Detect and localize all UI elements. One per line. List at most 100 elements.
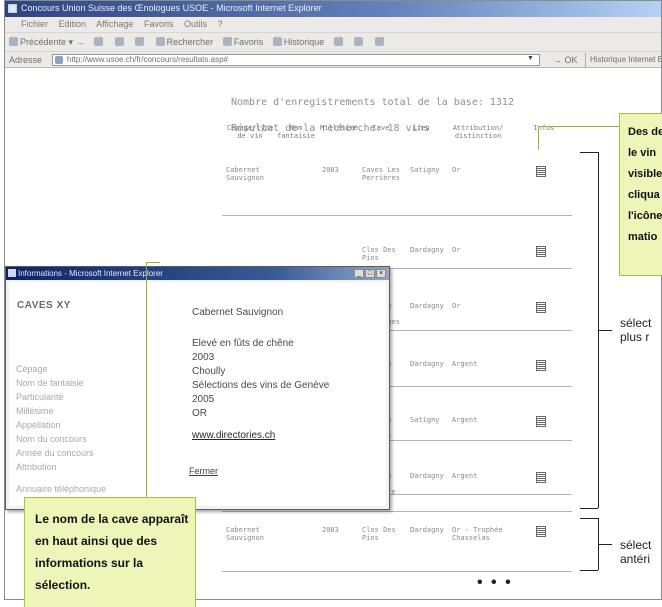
table-cell-lieu: Dardagny bbox=[410, 472, 444, 480]
address-dropdown-icon[interactable]: ▼ bbox=[527, 55, 534, 62]
bracket-line bbox=[598, 544, 612, 545]
directory-link[interactable]: www.directories.ch bbox=[192, 430, 275, 441]
popup-window-controls: _ □ × bbox=[353, 268, 386, 278]
header-attribution: Attribution/ distinction bbox=[452, 124, 504, 140]
close-link[interactable]: Fermer bbox=[189, 466, 218, 476]
label-nom-concours: Nom du concours bbox=[16, 434, 87, 444]
menu-file[interactable]: Fichier bbox=[21, 19, 48, 29]
mail-icon bbox=[333, 37, 343, 46]
menu-favorites[interactable]: Favoris bbox=[144, 19, 174, 29]
home-button[interactable] bbox=[135, 37, 146, 47]
info-document-icon[interactable] bbox=[536, 416, 546, 427]
label-appellation: Appellation bbox=[16, 420, 61, 430]
history-label: Historique bbox=[283, 37, 325, 47]
table-cell-lieu: Satigny bbox=[410, 166, 440, 174]
header-cepage: Cépage/type de vin bbox=[226, 124, 274, 140]
row-divider bbox=[222, 511, 572, 512]
edit-button[interactable] bbox=[374, 37, 386, 47]
table-cell-attribution: Argent bbox=[452, 416, 478, 424]
menu-view[interactable]: Affichage bbox=[96, 19, 133, 29]
refresh-icon bbox=[114, 37, 124, 46]
table-cell-attribution: Argent bbox=[452, 360, 478, 368]
mail-button[interactable] bbox=[333, 37, 345, 47]
label-annuaire: Annuaire téléphonique bbox=[16, 484, 107, 494]
table-cell-lieu: Dardagny bbox=[410, 246, 444, 254]
stop-button[interactable] bbox=[94, 37, 105, 47]
back-button[interactable]: Précédente ▾ → bbox=[9, 37, 85, 47]
info-document-icon[interactable] bbox=[536, 526, 546, 537]
links-bar[interactable]: Historique Internet Explorer bbox=[585, 53, 661, 67]
stop-icon bbox=[94, 37, 104, 46]
info-document-icon[interactable] bbox=[536, 302, 546, 313]
back-label: Précédente bbox=[20, 37, 67, 47]
go-label: OK bbox=[564, 55, 578, 65]
value-cepage: Cabernet Sauvignon bbox=[192, 307, 284, 318]
bracket-line bbox=[580, 508, 598, 509]
toolbar: Précédente ▾ → Rechercher Favoris Histor… bbox=[5, 32, 661, 51]
info-document-icon[interactable] bbox=[536, 246, 546, 257]
callout-line: l'icône bbox=[628, 210, 662, 222]
history-button[interactable]: Historique bbox=[272, 37, 325, 47]
label-attribution: Attribution bbox=[16, 462, 57, 472]
table-cell-lieu: Satigny bbox=[410, 416, 440, 424]
page: Concours Union Suisse des Œnologues USOE… bbox=[0, 0, 662, 607]
info-document-icon[interactable] bbox=[536, 166, 546, 177]
table-cell-cepage: Cabernet Sauvignon bbox=[226, 166, 264, 182]
table-cell-attribution: Or bbox=[452, 246, 461, 254]
row-divider bbox=[222, 215, 572, 216]
menu-edit[interactable]: Edition bbox=[59, 19, 87, 29]
menu-help[interactable]: ? bbox=[218, 19, 223, 29]
value-annee: 2005 bbox=[192, 394, 215, 405]
table-cell-attribution: Or bbox=[452, 166, 461, 174]
callout-line: matio bbox=[628, 231, 658, 243]
header-nom: Nom fantaisie bbox=[277, 124, 315, 140]
value-concours: Sélections des vins de Genève bbox=[192, 380, 330, 391]
table-cell-cave: Clos Des Pins bbox=[362, 246, 396, 262]
search-icon bbox=[155, 37, 165, 46]
cave-name: CAVES XY bbox=[17, 300, 71, 311]
edit-icon bbox=[374, 37, 384, 46]
browser-titlebar: Concours Union Suisse des Œnologues USOE… bbox=[5, 1, 661, 17]
label-particularite: Particularité bbox=[16, 392, 64, 402]
maximize-icon[interactable]: □ bbox=[365, 269, 375, 278]
favorites-button[interactable]: Favoris bbox=[222, 37, 264, 47]
address-input[interactable]: http://www.usoe.ch/fr/concours/resultats… bbox=[52, 54, 540, 66]
connector-line bbox=[538, 126, 620, 127]
minimize-icon[interactable]: _ bbox=[354, 269, 364, 278]
annotation-line: sélect bbox=[620, 538, 652, 552]
table-cell-cepage: Cabernet Sauvignon bbox=[226, 526, 264, 542]
bracket-line bbox=[580, 518, 598, 519]
table-cell-attribution: Or bbox=[452, 302, 461, 310]
annotation-line: antéri bbox=[620, 552, 651, 566]
table-cell-attribution: Or - Trophée Chasselas bbox=[452, 526, 503, 542]
callout-line: visible bbox=[628, 168, 662, 180]
header-millesime: Millésime bbox=[320, 124, 358, 132]
annotation-select-prev: sélect antéri bbox=[620, 538, 651, 566]
back-arrow-icon bbox=[9, 37, 18, 46]
home-icon bbox=[135, 37, 145, 46]
go-button[interactable]: → OK bbox=[553, 55, 578, 65]
label-nom-fantaisie: Nom de fantaisie bbox=[16, 378, 84, 388]
more-rows-ellipsis: • • • bbox=[477, 574, 513, 591]
refresh-button[interactable] bbox=[114, 37, 126, 47]
callout-cave-name: Le nom de la cave apparaît en haut ainsi… bbox=[24, 497, 196, 607]
search-button[interactable]: Rechercher bbox=[155, 37, 213, 47]
table-cell-cave: Caves Les Perrières bbox=[362, 166, 400, 182]
menu-tools[interactable]: Outils bbox=[184, 19, 207, 29]
callout-info-icon: Des de le vin visible cliqua l'icône mat… bbox=[619, 113, 662, 276]
results-table-header: Cépage/type de vin Nom fantaisie Millési… bbox=[226, 124, 566, 152]
info-document-icon[interactable] bbox=[536, 360, 546, 371]
table-cell-millesime: 2003 bbox=[322, 526, 339, 534]
favorites-label: Favoris bbox=[233, 37, 264, 47]
annotation-select-more: sélect plus r bbox=[620, 316, 651, 344]
annotation-line: plus r bbox=[620, 330, 650, 344]
popup-body: CAVES XY Cépage Nom de fantaisie Particu… bbox=[9, 282, 386, 506]
print-button[interactable] bbox=[354, 37, 365, 47]
close-icon[interactable]: × bbox=[376, 269, 386, 278]
table-cell-lieu: Dardagny bbox=[410, 302, 444, 310]
annotation-line: sélect bbox=[620, 316, 652, 330]
label-cepage: Cépage bbox=[16, 364, 48, 374]
bracket-line bbox=[580, 570, 598, 571]
info-document-icon[interactable] bbox=[536, 472, 546, 483]
address-bar: Adresse http://www.usoe.ch/fr/concours/r… bbox=[5, 51, 661, 68]
